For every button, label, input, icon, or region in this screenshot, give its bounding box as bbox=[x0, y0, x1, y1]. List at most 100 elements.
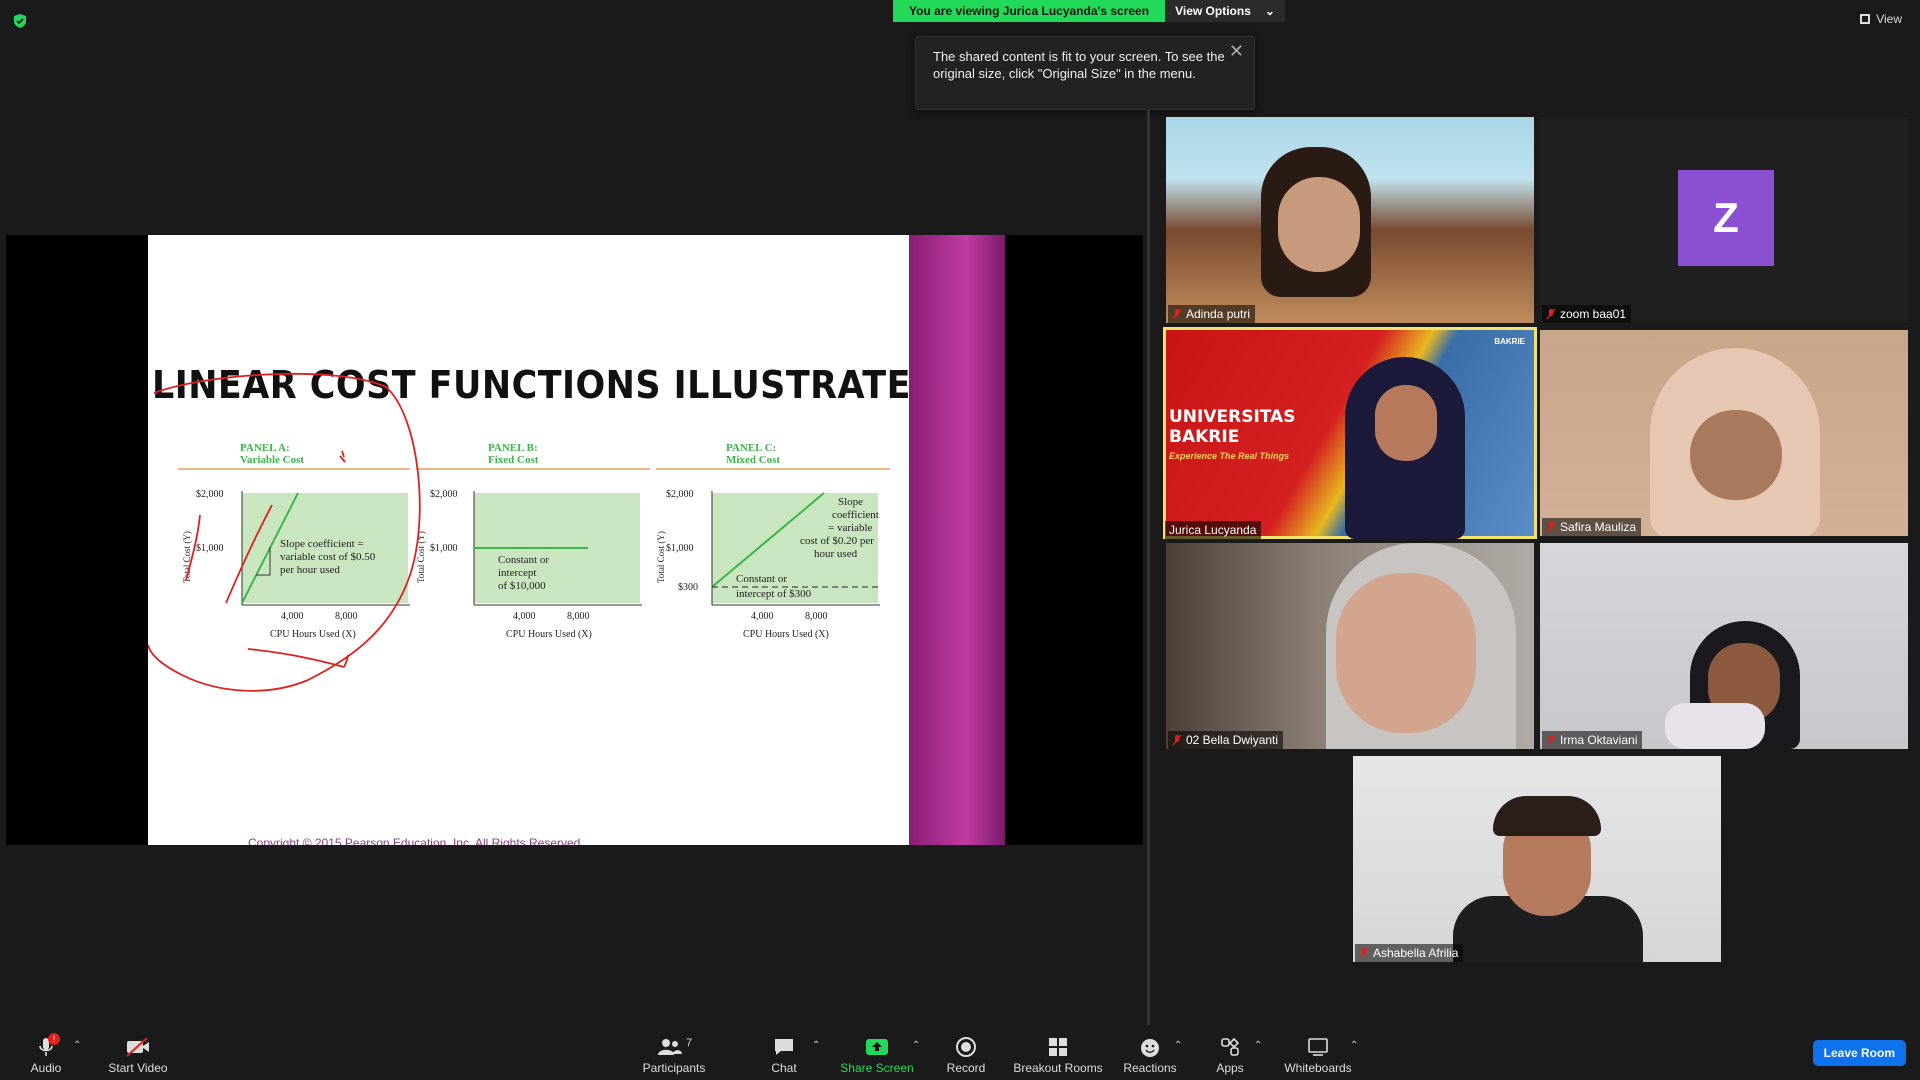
chat-button[interactable]: Chat bbox=[766, 1035, 802, 1075]
meeting-toolbar: ! Audio ⌃ Start Video 7 Participants Cha… bbox=[0, 1025, 1920, 1080]
chat-icon bbox=[775, 1039, 793, 1055]
participants-button[interactable]: 7 Participants bbox=[640, 1035, 708, 1075]
breakout-rooms-button[interactable]: Breakout Rooms bbox=[1012, 1035, 1104, 1075]
shared-screen[interactable]: LINEAR COST FUNCTIONS ILLUSTRATED PANEL … bbox=[6, 235, 1143, 845]
panel-b-y1000: $1,000 bbox=[430, 543, 458, 554]
panel-c-y2000: $2,000 bbox=[666, 489, 694, 500]
panel-a-xlabel: CPU Hours Used (X) bbox=[270, 629, 356, 640]
panel-c-note-5: hour used bbox=[814, 548, 858, 560]
panel-b-title: PANEL B: bbox=[488, 442, 538, 454]
breakout-rooms-icon bbox=[1049, 1038, 1067, 1056]
participant-name-tag: 02 Bella Dwiyanti bbox=[1168, 731, 1284, 749]
panel-b-x4000: 4,000 bbox=[513, 611, 536, 622]
share-banner: You are viewing Jurica Lucyanda's screen… bbox=[893, 0, 1285, 22]
panel-b-x8000: 8,000 bbox=[567, 611, 590, 622]
participant-name: 02 Bella Dwiyanti bbox=[1186, 733, 1279, 747]
mic-muted-icon bbox=[1172, 308, 1182, 320]
banner-tagline: Experience The Real Things bbox=[1169, 451, 1290, 461]
apps-caret-icon[interactable]: ⌃ bbox=[1254, 1040, 1262, 1051]
participant-name-tag: Safira Mauliza bbox=[1542, 518, 1642, 536]
panel-a-note-3: per hour used bbox=[280, 564, 340, 576]
apps-label: Apps bbox=[1216, 1061, 1244, 1075]
reactions-caret-icon[interactable]: ⌃ bbox=[1174, 1040, 1182, 1051]
view-options-label: View Options bbox=[1175, 4, 1251, 18]
record-icon bbox=[956, 1037, 976, 1057]
participant-name: Adinda putri bbox=[1186, 307, 1251, 321]
reactions-icon bbox=[1141, 1039, 1159, 1057]
participant-name-tag: Irma Oktaviani bbox=[1542, 731, 1643, 749]
reactions-button[interactable]: Reactions bbox=[1122, 1035, 1178, 1075]
breakout-rooms-label: Breakout Rooms bbox=[1013, 1061, 1103, 1075]
whiteboards-label: Whiteboards bbox=[1284, 1061, 1352, 1075]
slide-decoration bbox=[909, 235, 1005, 845]
participants-icon bbox=[657, 1039, 682, 1055]
tooltip-text: The shared content is fit to your screen… bbox=[933, 49, 1225, 81]
audio-caret-icon[interactable]: ⌃ bbox=[73, 1040, 81, 1051]
close-icon[interactable]: ✕ bbox=[1229, 41, 1244, 62]
panel-b-xlabel: CPU Hours Used (X) bbox=[506, 629, 592, 640]
panel-b-note-3: of $10,000 bbox=[498, 580, 546, 592]
video-tile-jurica[interactable]: UNIVERSITAS BAKRIE Experience The Real T… bbox=[1163, 327, 1537, 539]
share-screen-label: Share Screen bbox=[840, 1061, 914, 1075]
audio-button[interactable]: ! Audio bbox=[26, 1033, 66, 1075]
security-shield-icon[interactable] bbox=[12, 13, 28, 29]
banner-text-1: UNIVERSITAS bbox=[1169, 407, 1296, 427]
panel-c-y300: $300 bbox=[678, 582, 698, 593]
participants-count: 7 bbox=[685, 1037, 693, 1049]
video-tile-bella[interactable]: 02 Bella Dwiyanti bbox=[1166, 543, 1534, 749]
slide-copyright: Copyright © 2015 Pearson Education, Inc.… bbox=[248, 836, 581, 845]
video-tile-adinda[interactable]: Adinda putri bbox=[1166, 117, 1534, 323]
participant-name: Irma Oktaviani bbox=[1560, 733, 1638, 747]
share-screen-button[interactable]: Share Screen bbox=[840, 1035, 914, 1075]
panel-c-x8000: 8,000 bbox=[805, 611, 828, 622]
view-options-button[interactable]: View Options ⌄ bbox=[1165, 0, 1285, 22]
panel-a-note-2: variable cost of $0.50 bbox=[280, 551, 376, 563]
panel-c-note-4: cost of $0.20 per bbox=[800, 535, 874, 547]
video-tile-ashabella[interactable]: Ashabella Afrilia bbox=[1353, 756, 1721, 962]
start-video-label: Start Video bbox=[108, 1061, 168, 1075]
panel-b-y2000: $2,000 bbox=[430, 489, 458, 500]
panel-divider[interactable] bbox=[1147, 110, 1150, 1025]
chat-label: Chat bbox=[771, 1061, 797, 1075]
participant-name-tag: Adinda putri bbox=[1168, 305, 1256, 323]
whiteboard-icon bbox=[1308, 1038, 1328, 1056]
participant-name: Ashabella Afrilia bbox=[1373, 946, 1459, 960]
record-button[interactable]: Record bbox=[944, 1035, 988, 1075]
whiteboards-button[interactable]: Whiteboards bbox=[1282, 1035, 1354, 1075]
panel-b-subtitle: Fixed Cost bbox=[488, 454, 539, 466]
panel-c-subtitle: Mixed Cost bbox=[726, 454, 780, 466]
chat-caret-icon[interactable]: ⌃ bbox=[812, 1040, 820, 1051]
video-off-icon bbox=[126, 1037, 149, 1057]
leave-room-button[interactable]: Leave Room bbox=[1812, 1040, 1906, 1066]
panel-a-x4000: 4,000 bbox=[281, 611, 304, 622]
reactions-label: Reactions bbox=[1123, 1061, 1177, 1075]
cost-function-panels: PANEL A: Variable Cost $2,000 $1,000 Slo… bbox=[148, 372, 890, 692]
participant-name: Safira Mauliza bbox=[1560, 520, 1637, 534]
share-caret-icon[interactable]: ⌃ bbox=[912, 1040, 920, 1051]
view-button[interactable]: View bbox=[1860, 12, 1902, 26]
avatar: Z bbox=[1678, 170, 1774, 266]
mic-muted-icon bbox=[1359, 947, 1369, 959]
panel-a-y2000: $2,000 bbox=[196, 489, 224, 500]
whiteboards-caret-icon[interactable]: ⌃ bbox=[1350, 1040, 1358, 1051]
video-tile-zoom-baa01[interactable]: Z zoom baa01 bbox=[1540, 117, 1908, 323]
participant-name: Jurica Lucyanda bbox=[1169, 523, 1257, 537]
participant-name-tag: Jurica Lucyanda bbox=[1165, 521, 1262, 539]
participants-label: Participants bbox=[642, 1061, 706, 1075]
start-video-button[interactable]: Start Video bbox=[106, 1035, 170, 1075]
grid-view-icon bbox=[1860, 14, 1871, 24]
apps-button[interactable]: Apps bbox=[1212, 1035, 1248, 1075]
panel-c-note-3: = variable bbox=[828, 522, 872, 534]
mic-muted-icon bbox=[1172, 734, 1182, 746]
fit-screen-tooltip: The shared content is fit to your screen… bbox=[915, 36, 1255, 110]
panel-c-note-6: Constant or bbox=[736, 573, 787, 585]
view-label: View bbox=[1876, 12, 1902, 26]
panel-a-title: PANEL A: bbox=[240, 442, 290, 454]
panel-c-x4000: 4,000 bbox=[751, 611, 774, 622]
record-label: Record bbox=[946, 1061, 986, 1075]
mic-muted-icon bbox=[1546, 308, 1556, 320]
panel-c-xlabel: CPU Hours Used (X) bbox=[743, 629, 829, 640]
video-tile-safira[interactable]: Safira Mauliza bbox=[1540, 330, 1908, 536]
video-tile-irma[interactable]: Irma Oktaviani bbox=[1540, 543, 1908, 749]
apps-icon bbox=[1221, 1037, 1240, 1056]
